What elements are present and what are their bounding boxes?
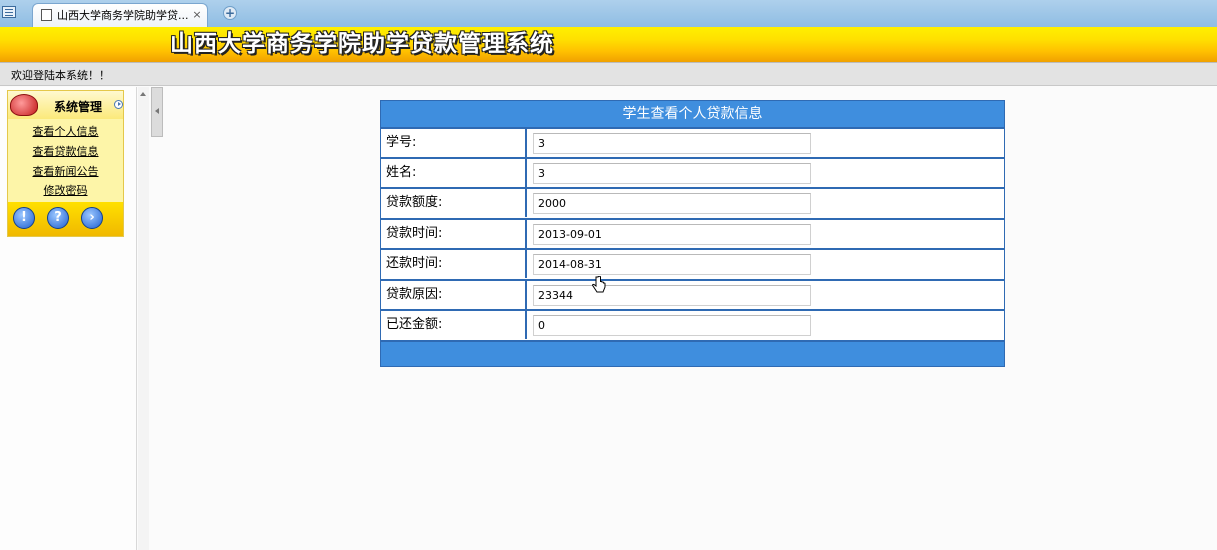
tab-close-icon[interactable]: × [191, 8, 203, 22]
field-label: 姓名: [381, 159, 527, 187]
app-title: 山西大学商务学院助学贷款管理系统 [170, 31, 554, 57]
welcome-text: 欢迎登陆本系统！！ [11, 69, 110, 82]
field-row-loan-amount: 贷款额度: [381, 187, 1004, 217]
help-icon[interactable]: ? [47, 207, 69, 229]
sidebar-item-view-loan[interactable]: 查看贷款信息 [8, 143, 123, 161]
system-menu-header[interactable]: 系统管理 [8, 91, 123, 119]
field-row-student-id: 学号: [381, 127, 1004, 157]
sidebar-item-view-profile[interactable]: 查看个人信息 [8, 123, 123, 141]
field-label: 贷款时间: [381, 220, 527, 248]
new-tab-icon[interactable]: + [223, 6, 237, 20]
app-banner: 山西大学商务学院助学贷款管理系统 [0, 27, 1217, 62]
collapse-left-icon [155, 108, 159, 114]
loan-date-field[interactable] [533, 224, 811, 245]
sidebar-footer: ! ? › [8, 202, 123, 236]
loan-info-table: 学生查看个人贷款信息 学号: 姓名: 贷款额度: 贷款时间: 还款时间: 贷款原… [380, 100, 1005, 367]
field-label: 还款时间: [381, 250, 527, 278]
browser-tab[interactable]: 山西大学商务学院助学贷... × [32, 3, 208, 27]
field-row-name: 姓名: [381, 157, 1004, 187]
system-menu: 系统管理 查看个人信息 查看贷款信息 查看新闻公告 修改密码 ! ? › [7, 90, 124, 237]
field-row-loan-date: 贷款时间: [381, 218, 1004, 248]
repay-date-field[interactable] [533, 254, 811, 275]
name-field[interactable] [533, 163, 811, 184]
system-logo-icon [10, 94, 38, 116]
field-row-repay-date: 还款时间: [381, 248, 1004, 278]
repaid-amount-field[interactable] [533, 315, 811, 336]
sidebar-scrollbar[interactable] [138, 87, 149, 550]
loan-amount-field[interactable] [533, 193, 811, 214]
page-icon [41, 9, 52, 21]
sidebar: 系统管理 查看个人信息 查看贷款信息 查看新闻公告 修改密码 ! ? › [0, 87, 137, 550]
loan-reason-field[interactable] [533, 285, 811, 306]
sidebar-item-change-password[interactable]: 修改密码 [8, 182, 123, 200]
field-label: 已还金额: [381, 311, 527, 339]
welcome-bar: 欢迎登陆本系统！！ [0, 62, 1217, 86]
loan-info-footer [381, 340, 1004, 366]
arrow-right-icon[interactable]: › [81, 207, 103, 229]
sidebar-collapse-handle[interactable] [151, 87, 163, 137]
hand-cursor-icon [592, 276, 606, 293]
exclamation-icon[interactable]: ! [13, 207, 35, 229]
sidebar-item-view-news[interactable]: 查看新闻公告 [8, 163, 123, 181]
browser-menu-icon[interactable] [2, 6, 16, 18]
field-label: 学号: [381, 129, 527, 157]
field-row-loan-reason: 贷款原因: [381, 279, 1004, 309]
scroll-up-icon[interactable] [140, 92, 146, 96]
browser-tab-bar: 山西大学商务学院助学贷... × + [0, 0, 1217, 28]
field-label: 贷款额度: [381, 189, 527, 217]
loan-info-title: 学生查看个人贷款信息 [381, 101, 1004, 127]
field-label: 贷款原因: [381, 281, 527, 309]
student-id-field[interactable] [533, 133, 811, 154]
tab-title: 山西大学商务学院助学贷... [57, 9, 189, 22]
field-row-repaid-amount: 已还金额: [381, 309, 1004, 339]
collapse-arrow-icon[interactable] [114, 100, 123, 109]
system-menu-title: 系统管理 [54, 100, 103, 114]
